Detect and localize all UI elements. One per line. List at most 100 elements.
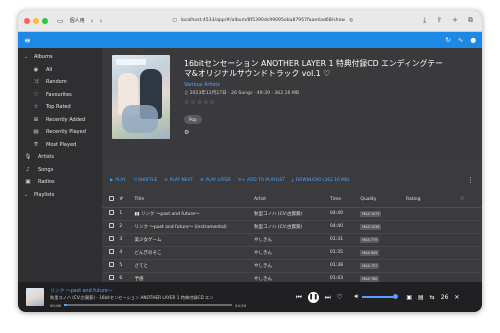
- playback-controls: ⏮ ❚❚ ⏭ ♡: [296, 291, 343, 303]
- sidebar-item-artists[interactable]: 🎙︎ Artists: [18, 151, 102, 164]
- back-icon[interactable]: ‹: [91, 17, 94, 25]
- next-icon[interactable]: ⏭: [325, 293, 331, 302]
- track-number: 5: [119, 259, 135, 273]
- profile-selector[interactable]: 個人用: [70, 17, 85, 24]
- row-checkbox[interactable]: [109, 210, 114, 215]
- player-cover[interactable]: [26, 288, 44, 306]
- volume-control: 🔊︎: [355, 293, 399, 301]
- sidebar-item-radios[interactable]: ▣ Radios: [18, 176, 102, 189]
- track-favourite[interactable]: [460, 233, 482, 247]
- row-checkbox[interactable]: [109, 275, 114, 280]
- progress-slider[interactable]: [63, 304, 233, 306]
- sidebar-albums-header[interactable]: ⌄ Albums: [18, 51, 102, 64]
- close-window-button[interactable]: [24, 17, 30, 24]
- sidebar-playlists-header[interactable]: ⌄ Playlists: [18, 189, 102, 202]
- track-title: ▮▮ リンク ～past and future～: [134, 207, 254, 221]
- album-cover[interactable]: [112, 55, 170, 139]
- sidebar-item-songs[interactable]: ♪ Songs: [18, 164, 102, 177]
- row-checkbox[interactable]: [109, 249, 114, 254]
- track-favourite[interactable]: [460, 259, 482, 273]
- share-icon[interactable]: ⇪: [436, 16, 442, 25]
- sidebar-item-favourites[interactable]: ♡ Favourites: [18, 89, 102, 102]
- genre-chip[interactable]: Pop: [184, 115, 202, 124]
- table-row[interactable]: 2 リンク ～past and future～ (instrumental) 秋…: [102, 220, 482, 234]
- play-label: PLAY: [115, 177, 126, 183]
- download-icon[interactable]: ⤓: [423, 16, 426, 25]
- address-bar[interactable]: ▢ localhost:4533/app/#/album/8f5390dc990…: [105, 18, 420, 23]
- sidebar-item-recently-played[interactable]: ▤ Recently Played: [18, 126, 102, 139]
- shuffle-button[interactable]: ⤨ SHUFFLE: [133, 178, 158, 183]
- column-title[interactable]: Title: [134, 192, 254, 208]
- account-icon[interactable]: ●: [470, 36, 476, 44]
- select-all-checkbox[interactable]: [109, 195, 114, 201]
- sidebar-item-recently-added[interactable]: ⊞ Recently Added: [18, 114, 102, 127]
- refresh-icon[interactable]: ↻: [445, 36, 450, 44]
- volume-icon[interactable]: 🔊︎: [355, 293, 359, 301]
- sidebar-item-label: Recently Added: [46, 116, 86, 123]
- track-time: 01:35: [329, 246, 361, 260]
- column-quality[interactable]: Quality: [360, 192, 406, 208]
- row-checkbox[interactable]: [109, 236, 114, 241]
- app-bar: ≡ ↻ ∿ ●: [18, 32, 482, 48]
- track-rating[interactable]: [405, 207, 461, 221]
- forward-icon[interactable]: ›: [99, 17, 102, 25]
- row-checkbox[interactable]: [109, 223, 114, 228]
- track-rating[interactable]: [405, 246, 461, 260]
- volume-knob[interactable]: [393, 294, 399, 300]
- track-number: 3: [119, 233, 135, 247]
- track-rating[interactable]: [405, 220, 461, 234]
- queue-count[interactable]: 26: [441, 294, 449, 301]
- table-row[interactable]: 3 美少女ゲーム やしきん 01:31 M4A 775: [102, 233, 482, 247]
- player-track-title[interactable]: リンク ～past and future～: [50, 287, 246, 294]
- column-time[interactable]: Time: [329, 192, 361, 208]
- track-favourite[interactable]: [460, 220, 482, 234]
- sidebar-item-label: Favourites: [46, 91, 72, 98]
- table-row[interactable]: 4 どんぎのそこ やしきん 01:35 M4A 849: [102, 246, 482, 260]
- track-number: 2: [119, 220, 135, 234]
- lyrics-icon[interactable]: ▤: [418, 294, 424, 301]
- track-rating[interactable]: [405, 259, 461, 273]
- album-meta: ♫ 2023年12月27日 · 26 Songs · 49:30 · 362.1…: [184, 91, 300, 96]
- track-favourite[interactable]: [460, 207, 482, 221]
- table-header-row: # Title Artist Time Quality Rating ♡: [102, 192, 482, 208]
- album-artist-link[interactable]: Various Artists: [184, 82, 472, 88]
- volume-slider[interactable]: [362, 294, 399, 300]
- menu-icon[interactable]: ≡: [24, 36, 31, 45]
- minimize-window-button[interactable]: [33, 17, 39, 24]
- album-info-icon[interactable]: ⚙: [184, 129, 472, 136]
- zoom-window-button[interactable]: [42, 17, 48, 24]
- sidebar-toggle-icon[interactable]: ▭: [57, 17, 64, 25]
- pause-button[interactable]: ❚❚: [307, 291, 319, 303]
- column-rating[interactable]: Rating: [405, 192, 461, 208]
- close-icon[interactable]: ✕: [454, 294, 459, 301]
- more-vert-icon[interactable]: ⋮: [467, 176, 474, 184]
- radio-box-icon: ▣: [25, 179, 31, 186]
- sidebar-item-random[interactable]: ⤨ Random: [18, 76, 102, 89]
- previous-icon[interactable]: ⏮: [296, 293, 302, 302]
- play-next-button[interactable]: ≡ PLAY NEXT: [164, 178, 193, 183]
- download-label: DOWNLOAD (362.16 MB): [295, 177, 350, 183]
- tab-overview-icon[interactable]: ⧉: [468, 16, 473, 25]
- table-row[interactable]: 5 さてと やしきん 01:38 M4A 757: [102, 259, 482, 273]
- row-checkbox[interactable]: [109, 262, 114, 267]
- add-to-playlist-button[interactable]: ≡+ ADD TO PLAYLIST: [238, 178, 285, 183]
- table-row[interactable]: 1 ▮▮ リンク ～past and future～ 秋里コノハ (CV:古賀葵…: [102, 207, 482, 221]
- expand-icon[interactable]: ▣: [406, 294, 412, 301]
- play-button[interactable]: ▶ PLAY: [110, 178, 126, 183]
- translate-icon[interactable]: ◎: [349, 18, 353, 23]
- activity-icon[interactable]: ∿: [458, 36, 463, 44]
- play-later-button[interactable]: ☰ PLAY LATER: [200, 178, 231, 183]
- track-rating[interactable]: [405, 233, 461, 247]
- column-num[interactable]: #: [119, 192, 135, 208]
- music-note-icon: ♪: [26, 166, 30, 173]
- sidebar-item-most-played[interactable]: ⇈ Most Played: [18, 139, 102, 152]
- sidebar-item-top-rated[interactable]: ☆ Top Rated: [18, 101, 102, 114]
- repeat-icon[interactable]: ⇆: [430, 294, 435, 301]
- favourite-heart-icon[interactable]: ♡: [337, 293, 343, 301]
- column-artist[interactable]: Artist: [253, 192, 330, 208]
- album-rating[interactable]: ☆☆☆☆☆: [184, 99, 472, 106]
- sidebar-item-all[interactable]: ◉ All: [18, 64, 102, 77]
- new-tab-icon[interactable]: +: [452, 16, 458, 25]
- track-favourite[interactable]: [460, 246, 482, 260]
- download-button[interactable]: ⤓ DOWNLOAD (362.16 MB): [292, 178, 350, 183]
